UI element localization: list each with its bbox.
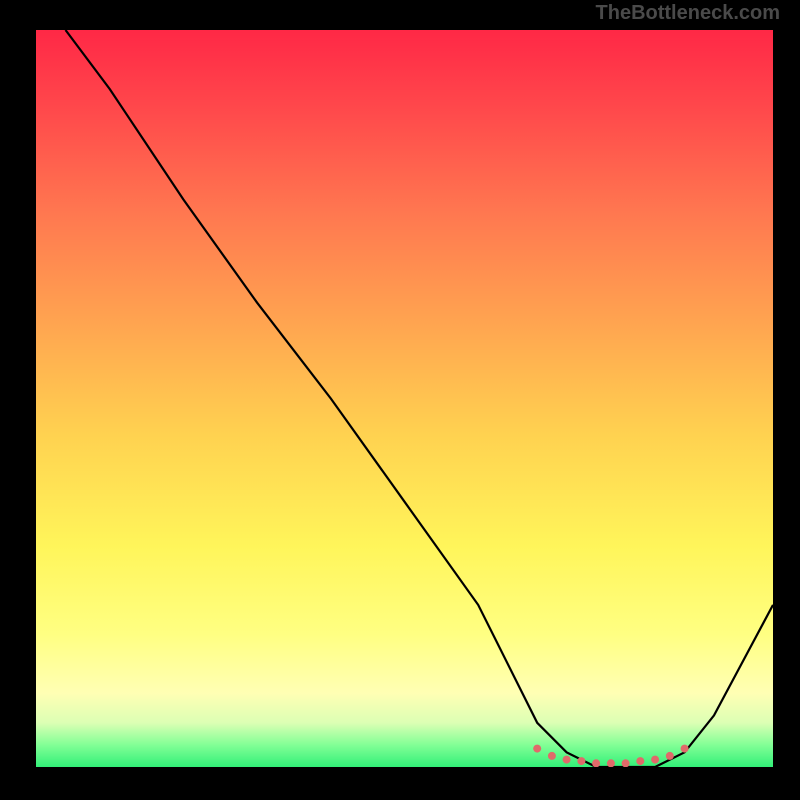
optimal-marker-dot xyxy=(651,756,659,764)
optimal-marker-dot xyxy=(607,759,615,767)
optimal-marker-dot xyxy=(666,752,674,760)
watermark-text: TheBottleneck.com xyxy=(596,2,780,25)
optimal-marker-dot xyxy=(681,745,689,753)
optimal-marker-dot xyxy=(636,757,644,765)
optimal-marker-dot xyxy=(533,745,541,753)
optimal-marker-dot xyxy=(622,759,630,767)
optimal-marker-dot xyxy=(592,759,600,767)
optimal-marker-dot xyxy=(548,752,556,760)
optimal-marker-dot xyxy=(577,757,585,765)
bottleneck-curve-line xyxy=(66,30,774,767)
optimal-marker-dot xyxy=(563,756,571,764)
chart-svg xyxy=(36,30,773,767)
chart-plot-area xyxy=(36,30,773,767)
optimal-marker-group xyxy=(533,745,688,767)
